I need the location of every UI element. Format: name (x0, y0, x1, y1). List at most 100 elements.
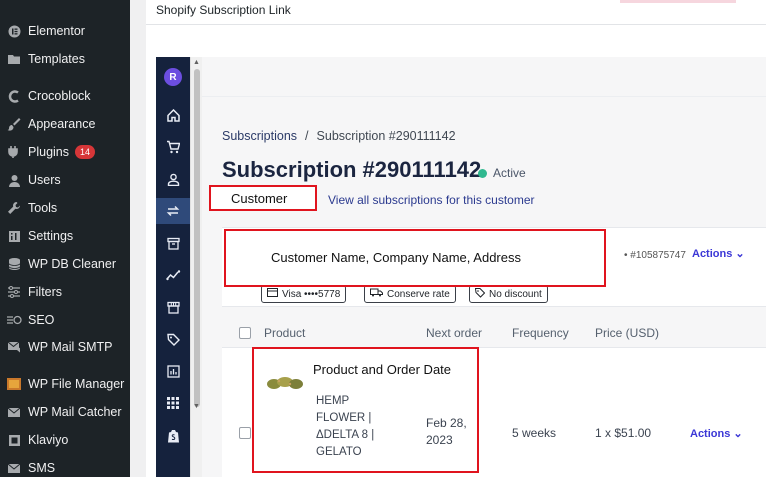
divider (146, 24, 766, 25)
frequency-value: 5 weeks (512, 426, 557, 440)
elementor-icon (6, 23, 22, 39)
chip-label: No discount (489, 288, 542, 300)
klaviyo-icon (6, 432, 22, 448)
subscriptions-icon[interactable] (156, 198, 190, 224)
menu-label: Klaviyo (28, 433, 69, 447)
menu-label: Users (28, 173, 61, 187)
customer-actions-button[interactable]: Actions ⌄ (692, 247, 745, 260)
truck-icon (370, 288, 383, 300)
menu-crocoblock[interactable]: Crocoblock (0, 84, 130, 108)
menu-label: WP Mail SMTP (28, 340, 113, 354)
menu-elementor[interactable]: Elementor (0, 19, 130, 43)
payment-method-chip[interactable]: Visa ••••5778 (261, 285, 347, 303)
app-scrollbar[interactable]: ▲ ▼ (190, 57, 202, 477)
menu-label: Elementor (28, 24, 85, 38)
column-header-next-order: Next order (426, 326, 483, 340)
tag-icon (474, 287, 486, 301)
column-header-price: Price (USD) (595, 326, 660, 340)
actions-label: Actions (690, 428, 731, 440)
menu-label: Templates (28, 52, 85, 66)
status-badge: Active (478, 166, 526, 180)
wrench-icon (6, 200, 22, 216)
credit-card-icon (267, 288, 278, 300)
select-all-checkbox[interactable] (239, 327, 251, 339)
customer-details-annotation-box: Customer Name, Company Name, Address (224, 229, 606, 287)
breadcrumb: Subscriptions / Subscription #290111142 (222, 129, 456, 143)
annotation-label: Product and Order Date (313, 362, 452, 377)
sliders-icon (6, 284, 22, 300)
menu-settings[interactable]: Settings (0, 224, 130, 248)
menu-wp-file-manager[interactable]: WP File Manager (0, 372, 130, 396)
tag-icon[interactable] (156, 326, 190, 352)
chevron-down-icon: ⌄ (735, 248, 745, 260)
actions-label: Actions (692, 248, 733, 260)
cart-icon[interactable] (156, 134, 190, 160)
shopify-icon[interactable] (156, 423, 190, 449)
menu-label: Crocoblock (28, 89, 91, 103)
plug-icon (6, 144, 22, 160)
chip-label: Visa ••••5778 (282, 288, 341, 300)
app-logo[interactable]: R (164, 68, 182, 86)
menu-wp-mail-smtp[interactable]: WP Mail SMTP (0, 335, 130, 359)
column-header-frequency: Frequency (512, 326, 569, 340)
menu-sms[interactable]: SMS (0, 456, 130, 477)
menu-tools[interactable]: Tools (0, 196, 130, 220)
price-value: 1 x $51.00 (595, 426, 652, 440)
menu-label: SEO (28, 313, 55, 327)
store-icon[interactable] (156, 294, 190, 320)
menu-klaviyo[interactable]: Klaviyo (0, 428, 130, 452)
annotation-label: Customer Name, Company Name, Address (271, 250, 521, 265)
seo-icon (6, 312, 22, 328)
page-title: Subscription #290111142 (222, 157, 482, 182)
menu-label: Plugins (28, 145, 69, 159)
menu-users[interactable]: Users (0, 168, 130, 192)
view-all-subscriptions-link[interactable]: View all subscriptions for this customer (328, 193, 535, 207)
card-title: Shopify Subscription Link (156, 3, 291, 17)
reports-icon[interactable] (156, 358, 190, 384)
menu-label: WP DB Cleaner (28, 257, 116, 271)
breadcrumb-separator: / (305, 129, 309, 143)
folder-icon (6, 51, 22, 67)
menu-filters[interactable]: Filters (0, 280, 130, 304)
row-checkbox[interactable] (239, 427, 251, 439)
menu-label: Filters (28, 285, 63, 299)
analytics-icon[interactable] (156, 262, 190, 288)
settings-icon (6, 228, 22, 244)
menu-templates[interactable]: Templates (0, 47, 130, 71)
product-image[interactable] (265, 376, 305, 395)
app-topbar (202, 57, 766, 97)
menu-appearance[interactable]: Appearance (0, 112, 130, 136)
customer-annotation-box: Customer (209, 185, 317, 211)
update-count-badge: 14 (75, 145, 96, 159)
discount-chip[interactable]: No discount (469, 285, 548, 303)
customer-icon[interactable] (156, 166, 190, 192)
sms-icon (6, 460, 22, 476)
wp-admin-sidebar: Elementor Templates Crocoblock Appearanc… (0, 0, 130, 477)
shipping-rate-chip[interactable]: Conserve rate (364, 285, 456, 303)
status-dot-icon (478, 168, 487, 178)
menu-wp-db-cleaner[interactable]: WP DB Cleaner (0, 252, 130, 276)
scroll-up-icon[interactable]: ▲ (193, 59, 200, 66)
scroll-down-icon[interactable]: ▼ (193, 403, 200, 410)
envelope-icon (6, 404, 22, 420)
home-icon[interactable] (156, 102, 190, 128)
app-nav-rail: R (156, 57, 190, 477)
menu-label: SMS (28, 461, 56, 475)
annotation-label: Customer (231, 191, 288, 206)
row-actions-button[interactable]: Actions ⌄ (690, 427, 743, 440)
apps-grid-icon[interactable] (156, 390, 190, 416)
notice-bar (620, 0, 736, 3)
menu-label: Tools (28, 201, 58, 215)
product-annotation-box: Product and Order Date (252, 347, 479, 473)
archive-icon[interactable] (156, 230, 190, 256)
breadcrumb-subscriptions-link[interactable]: Subscriptions (222, 129, 297, 143)
crocoblock-icon (6, 88, 22, 104)
file-manager-icon (6, 376, 22, 392)
scroll-thumb[interactable] (194, 69, 200, 407)
menu-wp-mail-catcher[interactable]: WP Mail Catcher (0, 400, 130, 424)
database-icon (6, 256, 22, 272)
menu-seo[interactable]: SEO (0, 308, 130, 332)
breadcrumb-current: Subscription #290111142 (316, 129, 456, 143)
chip-label: Conserve rate (387, 288, 450, 300)
menu-plugins[interactable]: Plugins 14 (0, 140, 130, 164)
